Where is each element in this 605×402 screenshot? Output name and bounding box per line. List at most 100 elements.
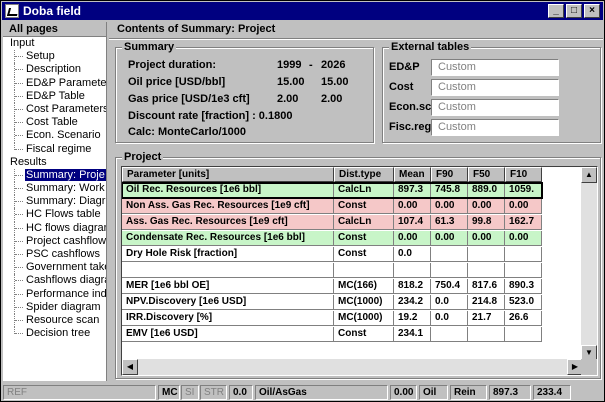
scroll-left-icon[interactable]: ◀ (122, 359, 138, 375)
table-cell[interactable] (394, 263, 431, 278)
tree-item[interactable]: HC Flows table (3, 208, 106, 222)
external-table-field[interactable]: Custom (431, 79, 559, 96)
table-cell[interactable] (431, 247, 468, 262)
tree-group[interactable]: Input (3, 37, 106, 50)
column-header[interactable]: F90 (431, 167, 468, 182)
table-cell[interactable]: CalcLn (334, 215, 394, 230)
table-cell[interactable]: 107.4 (394, 215, 431, 230)
table-cell[interactable]: Ass. Gas Rec. Resources [1e9 cft] (122, 215, 334, 230)
table-row[interactable] (122, 263, 542, 278)
table-cell[interactable]: 750.4 (431, 279, 468, 294)
tree-item[interactable]: Summary: Diagr (3, 195, 106, 209)
table-cell[interactable]: 21.7 (468, 311, 505, 326)
table-row[interactable]: EMV [1e6 USD] Const 234.1 (122, 327, 542, 342)
table-cell[interactable]: 0.00 (468, 199, 505, 214)
table-row[interactable]: Dry Hole Risk [fraction] Const 0.0 (122, 247, 542, 262)
tree-item[interactable]: HC flows diagran (3, 221, 106, 235)
tree-item[interactable]: Cashflows diagra (3, 274, 106, 288)
table-cell[interactable] (468, 263, 505, 278)
table-cell[interactable]: Const (334, 231, 394, 246)
tree-item[interactable]: Summary: Work (3, 182, 106, 196)
table-row[interactable]: Ass. Gas Rec. Resources [1e9 cft] CalcLn 1… (122, 215, 542, 230)
table-cell[interactable]: 0.0 (431, 311, 468, 326)
tree-item[interactable]: PSC cashflows (3, 248, 106, 262)
app-icon[interactable] (5, 4, 19, 18)
tree-item[interactable]: Resource scan (3, 313, 106, 328)
table-cell[interactable] (468, 247, 505, 262)
table-cell[interactable]: 889.0 (468, 183, 505, 198)
vertical-scrollbar[interactable]: ▲ ▼ (581, 167, 597, 361)
title-bar[interactable]: Doba field _ □ × (2, 2, 603, 20)
table-cell[interactable] (334, 263, 394, 278)
tree-item[interactable]: Government take (3, 261, 106, 275)
tree-item[interactable]: Decision tree (3, 327, 106, 340)
tree-item[interactable]: Fiscal regime (3, 142, 106, 156)
table-cell[interactable]: 523.0 (505, 295, 542, 310)
table-cell[interactable]: 234.2 (394, 295, 431, 310)
tree-item[interactable]: Cost Parameters (3, 102, 106, 117)
table-cell[interactable]: IRR.Discovery [%] (122, 311, 334, 326)
table-cell[interactable]: 0.00 (394, 231, 431, 246)
tree-group[interactable]: Results (3, 156, 106, 169)
tree-item[interactable]: Performance ind. (3, 287, 106, 301)
tree-item[interactable]: Econ. Scenario (3, 129, 106, 143)
table-cell[interactable]: 0.00 (431, 231, 468, 246)
table-cell[interactable]: 0.00 (431, 199, 468, 214)
table-cell[interactable]: MC(166) (334, 279, 394, 294)
table-cell[interactable]: 214.8 (468, 295, 505, 310)
tree-item[interactable]: Summary: Proje (3, 168, 106, 183)
table-cell[interactable]: MER [1e6 bbl OE] (122, 279, 334, 294)
column-header[interactable]: F50 (468, 167, 505, 182)
tree-item[interactable]: Setup (3, 50, 106, 64)
table-cell[interactable]: 234.1 (394, 327, 431, 342)
table-cell[interactable]: CalcLn (334, 183, 394, 198)
table-cell[interactable] (505, 247, 542, 262)
table-cell[interactable]: 818.2 (394, 279, 431, 294)
table-cell[interactable] (505, 263, 542, 278)
table-cell[interactable]: 0.0 (394, 247, 431, 262)
table-cell[interactable]: 0.00 (505, 199, 542, 214)
table-cell[interactable]: 26.6 (505, 311, 542, 326)
table-cell[interactable]: 0.0 (431, 295, 468, 310)
external-table-field[interactable]: Custom (431, 99, 559, 116)
tree-item[interactable]: ED&P Table (3, 89, 106, 103)
horizontal-scrollbar[interactable]: ◀ ▶ (122, 359, 583, 375)
close-icon[interactable]: × (584, 4, 600, 18)
table-row[interactable]: Oil Rec. Resources [1e6 bbl] CalcLn 897.3 7… (122, 182, 543, 199)
table-cell[interactable]: 745.8 (431, 183, 468, 198)
scroll-up-icon[interactable]: ▲ (581, 167, 597, 183)
external-table-field[interactable]: Custom (431, 59, 559, 76)
table-cell[interactable]: 817.6 (468, 279, 505, 294)
maximize-icon[interactable]: □ (566, 4, 582, 18)
tree-item[interactable]: Spider diagram (3, 300, 106, 314)
table-cell[interactable]: Dry Hole Risk [fraction] (122, 247, 334, 262)
table-row[interactable]: Condensate Rec. Resources [1e6 bbl] Const… (122, 231, 542, 246)
table-cell[interactable]: 0.00 (468, 231, 505, 246)
table-cell[interactable]: 0.00 (394, 199, 431, 214)
table-cell[interactable]: MC(1000) (334, 311, 394, 326)
table-cell[interactable]: Const (334, 247, 394, 262)
project-grid[interactable]: Parameter [units] Dist.type Mean F90 F50 F10 O… (121, 166, 598, 376)
table-cell[interactable]: 897.3 (394, 183, 431, 198)
table-cell[interactable]: Condensate Rec. Resources [1e6 bbl] (122, 231, 334, 246)
table-cell[interactable]: 0.00 (505, 231, 542, 246)
table-cell[interactable] (431, 263, 468, 278)
column-header[interactable]: Mean (394, 167, 431, 182)
tree-item[interactable]: Cost Table (3, 116, 106, 130)
table-row[interactable]: NPV.Discovery [1e6 USD] MC(1000) 234.2 0.0 2… (122, 295, 542, 310)
table-cell[interactable]: Non Ass. Gas Rec. Resources [1e9 cft] (122, 199, 334, 214)
table-cell[interactable]: 61.3 (431, 215, 468, 230)
table-cell[interactable] (122, 263, 334, 278)
table-cell[interactable]: 99.8 (468, 215, 505, 230)
table-cell[interactable]: EMV [1e6 USD] (122, 327, 334, 342)
table-cell[interactable]: 162.7 (505, 215, 542, 230)
table-cell[interactable] (505, 327, 542, 342)
column-header[interactable]: F10 (505, 167, 542, 182)
table-cell[interactable] (431, 327, 468, 342)
table-row[interactable]: Non Ass. Gas Rec. Resources [1e9 cft] Con… (122, 199, 542, 214)
table-row[interactable]: IRR.Discovery [%] MC(1000) 19.2 0.0 21.7 26.6 (122, 311, 542, 326)
tree-item[interactable]: Description (3, 63, 106, 77)
table-cell[interactable]: NPV.Discovery [1e6 USD] (122, 295, 334, 310)
table-cell[interactable]: MC(1000) (334, 295, 394, 310)
tree-item[interactable]: Project cashflow (3, 234, 106, 248)
